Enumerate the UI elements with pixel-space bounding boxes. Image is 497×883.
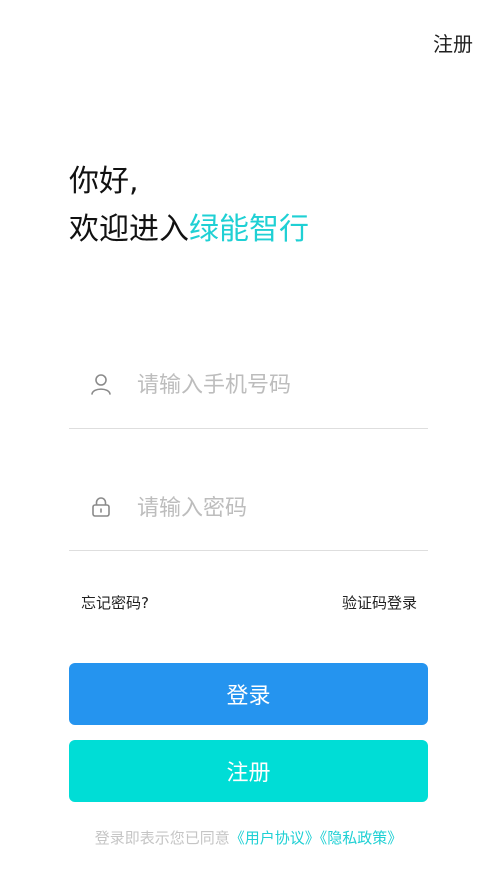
password-input[interactable] bbox=[135, 487, 419, 529]
forgot-password-link[interactable]: 忘记密码? bbox=[81, 592, 149, 613]
privacy-policy-link[interactable]: 《隐私政策》 bbox=[320, 829, 403, 847]
greeting-block: 你好, 欢迎进入绿能智行 bbox=[69, 158, 309, 254]
lock-icon bbox=[89, 495, 113, 519]
password-field bbox=[69, 477, 428, 551]
greeting-welcome-text: 欢迎进入 bbox=[69, 212, 189, 247]
user-agreement-link[interactable]: 《用户协议》 bbox=[230, 829, 320, 847]
phone-input[interactable] bbox=[135, 364, 419, 406]
brand-name: 绿能智行 bbox=[189, 212, 309, 247]
user-icon bbox=[89, 372, 113, 396]
login-button[interactable]: 登录 bbox=[69, 663, 428, 725]
greeting-line2: 欢迎进入绿能智行 bbox=[69, 206, 309, 254]
agreement-prefix: 登录即表示您已同意 bbox=[94, 829, 230, 847]
phone-field bbox=[69, 354, 428, 429]
agreement-notice: 登录即表示您已同意《用户协议》《隐私政策》 bbox=[0, 827, 497, 848]
greeting-line1: 你好, bbox=[69, 164, 139, 199]
register-button[interactable]: 注册 bbox=[69, 740, 428, 802]
sms-login-link[interactable]: 验证码登录 bbox=[342, 592, 417, 613]
header-register-link[interactable]: 注册 bbox=[433, 28, 473, 57]
